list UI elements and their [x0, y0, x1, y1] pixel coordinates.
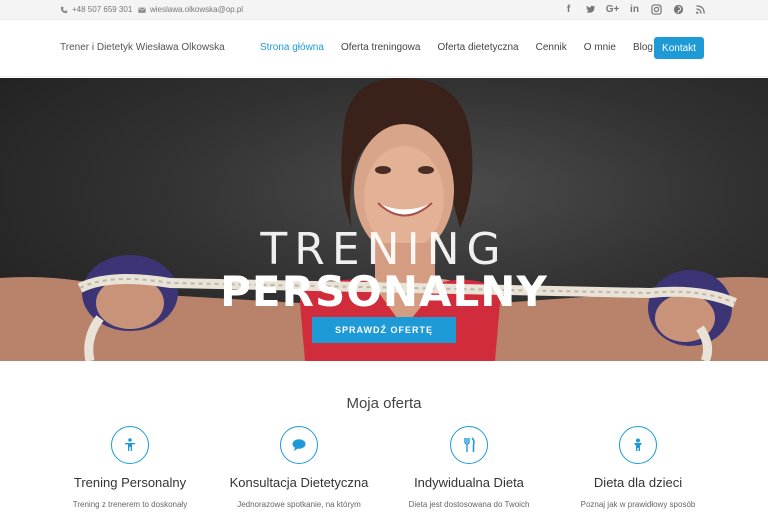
- nav-item-about[interactable]: O mnie: [584, 42, 616, 53]
- nav-item-blog[interactable]: Blog: [633, 42, 653, 53]
- hero-title-line2: PERSONALNY: [220, 267, 548, 316]
- phone-icon: [60, 6, 68, 13]
- rss-icon[interactable]: [695, 4, 706, 15]
- twitter-icon[interactable]: [585, 4, 596, 15]
- nav-item-training-offer[interactable]: Oferta treningowa: [341, 42, 421, 53]
- offer-card-text: Poznaj jak w prawidłowy sposób: [580, 500, 696, 509]
- phone-contact[interactable]: +48 507 659 301: [60, 5, 132, 14]
- email-address: wieslawa.olkowska@op.pl: [150, 5, 244, 14]
- email-contact[interactable]: wieslawa.olkowska@op.pl: [138, 5, 243, 14]
- check-offer-button[interactable]: SPRAWDŹ OFERTĘ: [312, 317, 456, 343]
- offer-card-training[interactable]: Trening Personalny Trening z trenerem to…: [45, 426, 215, 509]
- top-bar: +48 507 659 301 wieslawa.olkowska@op.pl …: [0, 0, 768, 20]
- main-nav: Strona główna Oferta treningowa Oferta d…: [260, 42, 670, 53]
- offer-card-individual-diet[interactable]: Indywidualna Dieta Dieta jest dostosowan…: [384, 426, 554, 509]
- linkedin-icon[interactable]: in: [629, 4, 640, 15]
- nav-item-diet-offer[interactable]: Oferta dietetyczna: [437, 42, 518, 53]
- envelope-icon: [138, 6, 146, 13]
- facebook-icon[interactable]: f: [563, 4, 574, 15]
- instagram-icon[interactable]: [651, 4, 662, 15]
- chat-bubble-icon: [280, 426, 318, 464]
- phone-number: +48 507 659 301: [72, 5, 133, 14]
- hero-title-line1: TRENING: [260, 224, 508, 275]
- offer-card-title: Dieta dla dzieci: [593, 475, 683, 490]
- cutlery-icon: [450, 426, 488, 464]
- site-brand[interactable]: Trener i Dietetyk Wiesława Olkowska: [60, 42, 225, 53]
- contact-button[interactable]: Kontakt: [654, 37, 704, 59]
- hero-banner: TRENING PERSONALNY SPRAWDŹ OFERTĘ: [0, 78, 768, 361]
- offer-card-consultation[interactable]: Konsultacja Dietetyczna Jednorazowe spot…: [214, 426, 384, 509]
- nav-item-home[interactable]: Strona główna: [260, 42, 324, 53]
- offer-card-title: Indywidualna Dieta: [414, 475, 524, 490]
- offer-card-kids-diet[interactable]: Dieta dla dzieci Poznaj jak w prawidłowy…: [553, 426, 723, 509]
- person-icon: [111, 426, 149, 464]
- offer-card-title: Konsultacja Dietetyczna: [229, 475, 369, 490]
- offer-card-text: Dieta jest dostosowana do Twoich: [408, 500, 530, 509]
- offer-heading: Moja oferta: [346, 395, 422, 412]
- social-links: f G+ in: [563, 4, 706, 15]
- offer-card-text: Jednorazowe spotkanie, na którym: [237, 500, 361, 509]
- nav-item-pricing[interactable]: Cennik: [536, 42, 567, 53]
- pinterest-icon[interactable]: [673, 4, 684, 15]
- offer-card-title: Trening Personalny: [73, 475, 187, 490]
- offer-card-text: Trening z trenerem to doskonały: [72, 500, 188, 509]
- site-header: Trener i Dietetyk Wiesława Olkowska Stro…: [0, 20, 768, 77]
- google-plus-icon[interactable]: G+: [606, 4, 620, 15]
- child-icon: [619, 426, 657, 464]
